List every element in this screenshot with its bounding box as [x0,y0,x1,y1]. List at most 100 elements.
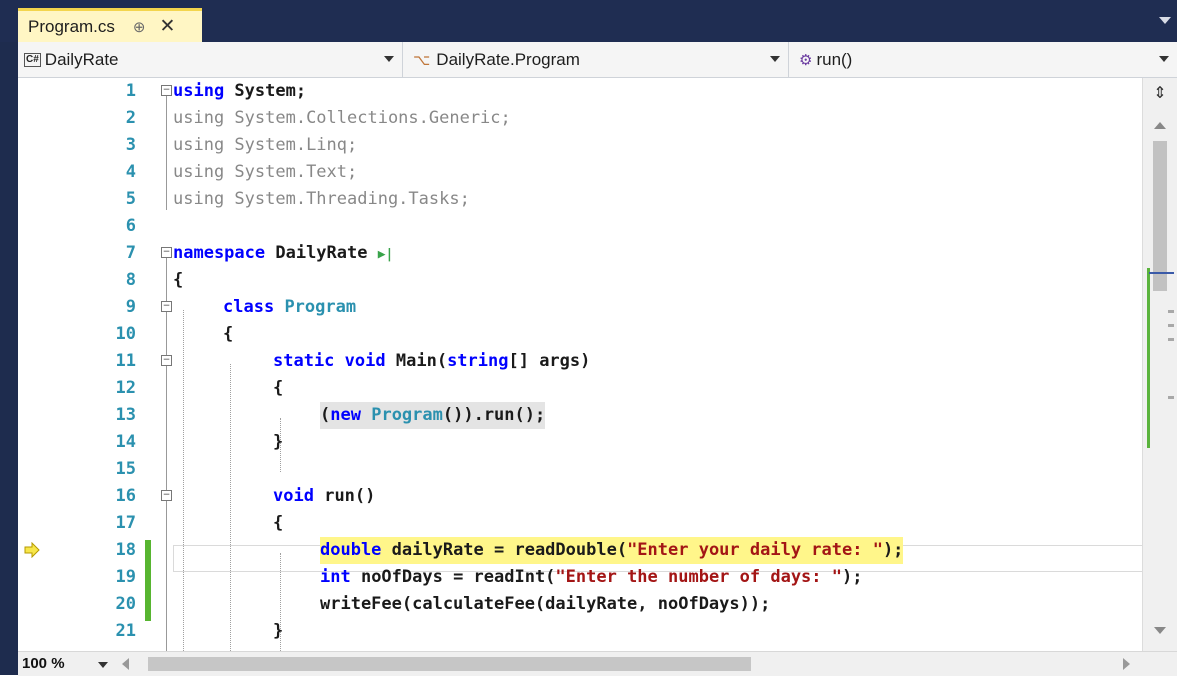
caret-position-marker [1149,272,1174,274]
code-line: 15 [18,456,1142,483]
code-string: "Enter your daily rate: " [627,540,883,560]
scroll-down-icon[interactable] [1154,627,1166,634]
line-number: 18 [115,540,136,560]
code-keyword: int [320,567,351,587]
current-statement: double dailyRate = readDouble("Enter you… [320,537,904,564]
code-line: 3 using System.Linq; [18,132,1142,159]
scroll-right-icon[interactable] [1123,658,1130,670]
pin-icon[interactable]: ⊕ [133,18,146,36]
code-keyword: class [223,297,275,317]
code-text: { [273,378,284,398]
project-dropdown[interactable]: C# DailyRate [18,42,403,77]
scroll-marker [1168,338,1174,341]
code-line: 12 { [18,375,1142,402]
code-line: 17 { [18,510,1142,537]
code-line: 4 using System.Text; [18,159,1142,186]
collapse-toggle-icon[interactable]: − [161,355,172,366]
collapse-toggle-icon[interactable]: − [161,85,172,96]
code-text: } [273,621,284,641]
line-number: 4 [125,162,136,182]
line-number: 8 [125,270,136,290]
code-keyword: new [330,405,361,425]
code-line: 21 } [18,618,1142,645]
tab-overflow-dropdown-icon[interactable] [1159,17,1171,24]
csharp-project-icon: C# [24,52,41,67]
line-number: 10 [115,324,136,344]
scroll-up-icon[interactable] [1154,122,1166,129]
collapse-toggle-icon[interactable]: − [161,247,172,258]
member-dropdown[interactable]: ⚙ run() [791,42,1177,77]
scroll-marker [1168,396,1174,399]
code-line: 5 using System.Threading.Tasks; [18,186,1142,213]
line-number: 19 [115,567,136,587]
line-number: 2 [125,108,136,128]
code-text: System.Threading.Tasks; [224,189,470,209]
collapse-toggle-icon[interactable]: − [161,490,172,501]
line-number: 17 [115,513,136,533]
code-keyword: string [447,351,509,371]
class-dropdown[interactable]: ⌥ DailyRate.Program [405,42,789,77]
code-keyword: using [173,162,225,182]
line-number: 12 [115,378,136,398]
editor-bottom-bar: 100 % [18,651,1177,676]
code-line: 20 writeFee(calculateFee(dailyRate, noOf… [18,591,1142,618]
code-keyword: double [320,540,382,560]
member-dropdown-label: run() [816,49,853,69]
code-line-current: 18 double dailyRate = readDouble("Enter … [18,537,1142,564]
line-number: 1 [125,81,136,101]
code-line: 13 (new Program()).run(); [18,402,1142,429]
scroll-left-icon[interactable] [122,658,129,670]
line-number: 21 [115,621,136,641]
code-line: 2 using System.Collections.Generic; [18,105,1142,132]
code-line: 11 − static void Main(string[] args) [18,348,1142,375]
method-icon: ⚙ [799,51,813,69]
code-keyword: static [273,351,335,371]
code-editor[interactable]: 1 − using System; 2 using System.Collect… [18,78,1142,651]
chevron-down-icon [384,56,394,62]
code-text: System.Collections.Generic; [224,108,511,128]
line-number: 11 [115,351,136,371]
code-text: { [173,270,184,290]
line-number: 3 [125,135,136,155]
code-keyword: using [173,81,225,101]
code-line: 1 − using System; [18,78,1142,105]
code-text: ); [882,540,904,560]
zoom-level-dropdown[interactable]: 100 % [22,655,65,672]
line-number: 16 [115,486,136,506]
code-text: dailyRate = readDouble( [381,540,628,560]
vertical-scrollbar[interactable]: ⇕ [1142,78,1177,651]
close-icon[interactable]: ✕ [160,15,176,38]
line-number: 15 [115,459,136,479]
code-line: 10 { [18,321,1142,348]
collapse-toggle-icon[interactable]: − [161,301,172,312]
vertical-scroll-thumb[interactable] [1153,141,1167,291]
run-to-click-icon[interactable]: ▶| [378,247,394,262]
tab-program-cs[interactable]: Program.cs ⊕ ✕ [18,8,202,42]
code-type: Program [284,297,357,317]
code-line: 16 − void run() [18,483,1142,510]
split-icon[interactable]: ⇕ [1151,84,1169,102]
project-dropdown-label: DailyRate [44,49,119,69]
code-line: 6 [18,213,1142,240]
code-text: Main( [395,351,448,371]
chevron-down-icon[interactable] [98,662,108,668]
line-number: 6 [125,216,136,236]
execution-arrow-icon [24,542,40,558]
executed-statement: (new Program()).run(); [320,402,546,429]
code-keyword: using [173,189,225,209]
navigation-bar: C# DailyRate ⌥ DailyRate.Program ⚙ run() [18,42,1177,78]
code-line: 7 − namespace DailyRate ▶| [18,240,1142,267]
code-line: 9 − class Program [18,294,1142,321]
code-text: noOfDays = readInt( [350,567,556,587]
code-line: 14 } [18,429,1142,456]
horizontal-scroll-thumb[interactable] [148,657,751,671]
code-keyword: void [344,351,386,371]
line-number: 20 [115,594,136,614]
line-number: 13 [115,405,136,425]
change-marker [1147,268,1150,448]
code-keyword: void [273,486,314,506]
class-dropdown-label: DailyRate.Program [436,49,580,69]
chevron-down-icon [1159,56,1169,62]
code-text: System; [224,81,307,101]
code-string: "Enter the number of days: " [555,567,842,587]
